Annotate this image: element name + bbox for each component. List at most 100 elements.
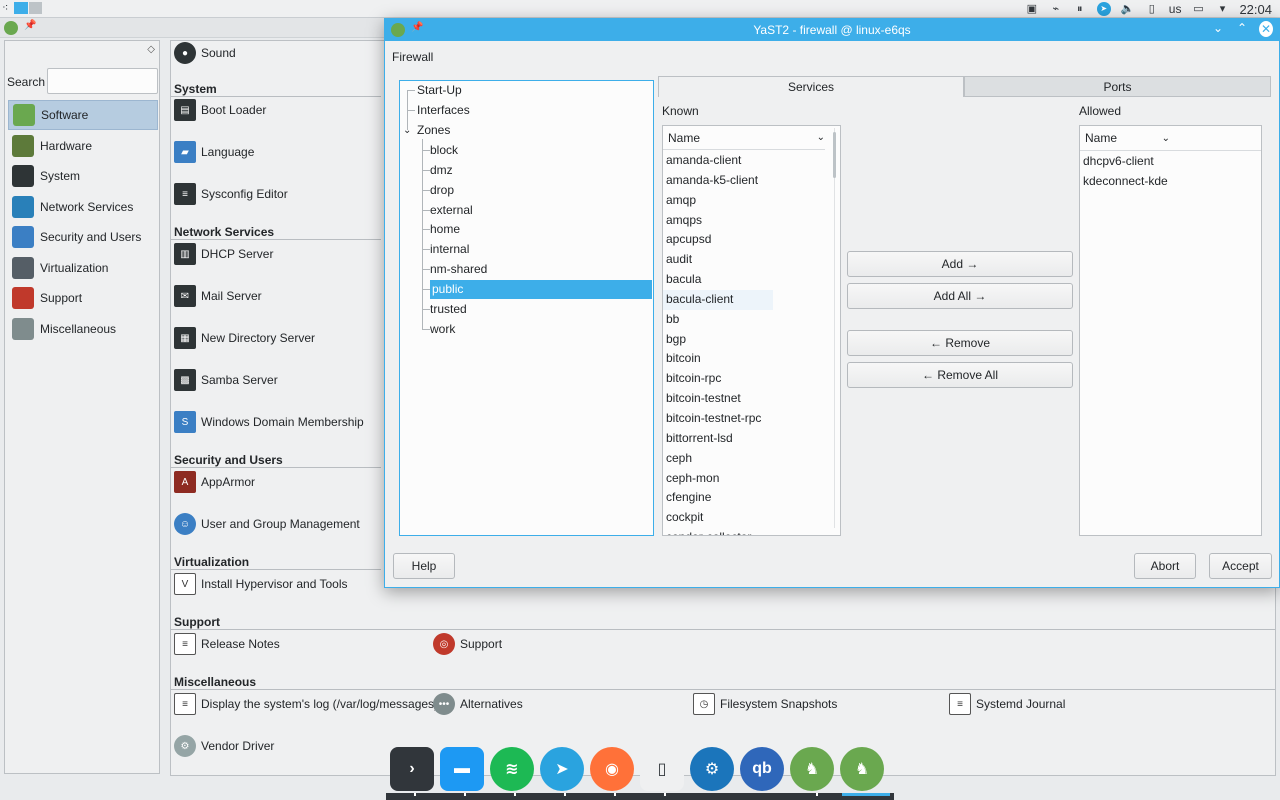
module-samba-server[interactable]: ▩ Samba Server bbox=[174, 369, 278, 391]
list-item[interactable]: bitcoin bbox=[663, 349, 840, 369]
remove-button[interactable]: ← Remove bbox=[847, 330, 1073, 356]
clock[interactable]: 22:04 bbox=[1239, 2, 1272, 17]
list-item[interactable]: bacula-client bbox=[663, 289, 773, 310]
tree-item-startup[interactable]: Start-Up bbox=[417, 81, 462, 100]
chevron-down-icon[interactable]: ▾ bbox=[1215, 3, 1229, 15]
help-button[interactable]: Help bbox=[393, 553, 455, 579]
dock-firefox-icon[interactable]: ◉ bbox=[590, 747, 634, 791]
list-item[interactable]: cockpit bbox=[663, 508, 840, 528]
network-icon[interactable]: ⌁ bbox=[1049, 3, 1063, 15]
module-new-directory-server[interactable]: ▦ New Directory Server bbox=[174, 327, 315, 349]
scrollbar[interactable] bbox=[832, 128, 838, 528]
tab-ports[interactable]: Ports bbox=[964, 76, 1271, 97]
search-input[interactable] bbox=[47, 68, 158, 94]
category-network-services[interactable]: Network Services bbox=[8, 192, 158, 222]
module-support[interactable]: ◎ Support bbox=[433, 633, 502, 655]
list-item[interactable]: bitcoin-testnet-rpc bbox=[663, 409, 840, 429]
module-apparmor[interactable]: A AppArmor bbox=[174, 471, 255, 493]
category-virtualization[interactable]: Virtualization bbox=[8, 253, 158, 283]
module-boot-loader[interactable]: ▤ Boot Loader bbox=[174, 99, 266, 121]
module-vendor-driver[interactable]: ⚙ Vendor Driver bbox=[174, 735, 274, 757]
list-item[interactable]: ceph bbox=[663, 449, 840, 469]
chevron-down-icon[interactable]: ⌄ bbox=[1162, 133, 1170, 144]
telegram-icon[interactable]: ➤ bbox=[1096, 2, 1111, 16]
screenshot-icon[interactable]: ▣ bbox=[1025, 3, 1039, 15]
module-windows-domain-membership[interactable]: S Windows Domain Membership bbox=[174, 411, 364, 433]
list-item[interactable]: kdeconnect-kde bbox=[1080, 172, 1261, 192]
chevron-down-icon[interactable]: ⌄ bbox=[817, 132, 825, 143]
dock-spotify-icon[interactable]: ≋ bbox=[490, 747, 534, 791]
module-mail-server[interactable]: ✉ Mail Server bbox=[174, 285, 262, 307]
module-user-group-management[interactable]: ☺ User and Group Management bbox=[174, 513, 360, 535]
minimize-icon[interactable]: ⌄ bbox=[1211, 21, 1225, 37]
tree-item-zone-internal[interactable]: internal bbox=[430, 240, 469, 259]
list-item[interactable]: bitcoin-testnet bbox=[663, 389, 840, 409]
dock-files-icon[interactable]: ▬ bbox=[440, 747, 484, 791]
dialog-titlebar[interactable]: 📌 YaST2 - firewall @ linux-e6qs ⌄ ⌃ ✕ bbox=[385, 19, 1279, 41]
tree-item-zone-work[interactable]: work bbox=[430, 320, 455, 339]
abort-button[interactable]: Abort bbox=[1134, 553, 1196, 579]
list-item[interactable]: cfengine bbox=[663, 488, 840, 508]
battery-icon[interactable]: ▯ bbox=[1145, 3, 1159, 15]
module-systemd-journal[interactable]: ≡ Systemd Journal bbox=[949, 693, 1065, 715]
list-item[interactable]: bb bbox=[663, 310, 840, 330]
column-header-name[interactable]: Name ⌄ bbox=[1080, 126, 1170, 150]
list-item[interactable]: ceph-mon bbox=[663, 469, 840, 489]
list-item[interactable]: bitcoin-rpc bbox=[663, 369, 840, 389]
tree-item-zone-nm-shared[interactable]: nm-shared bbox=[430, 260, 487, 279]
category-support[interactable]: Support bbox=[8, 283, 158, 313]
module-alternatives[interactable]: ••• Alternatives bbox=[433, 693, 523, 715]
tree-item-zone-home[interactable]: home bbox=[430, 220, 460, 239]
category-software[interactable]: Software bbox=[8, 100, 158, 130]
dock-konsole-icon[interactable]: › bbox=[390, 747, 434, 791]
category-hardware[interactable]: Hardware bbox=[8, 131, 158, 161]
module-release-notes[interactable]: ≡ Release Notes bbox=[174, 633, 280, 655]
list-item[interactable]: bgp bbox=[663, 330, 840, 350]
dock-steam-icon[interactable]: ⚙ bbox=[690, 747, 734, 791]
keyboard-layout[interactable]: us bbox=[1169, 2, 1182, 16]
category-system[interactable]: System bbox=[8, 161, 158, 191]
module-sysconfig-editor[interactable]: ≡ Sysconfig Editor bbox=[174, 183, 288, 205]
column-header-name[interactable]: Name ⌄ bbox=[663, 126, 825, 150]
tab-services[interactable]: Services bbox=[658, 76, 964, 97]
dock-telegram-icon[interactable]: ➤ bbox=[540, 747, 584, 791]
dock-yast-2-icon[interactable]: ♞ bbox=[840, 747, 884, 791]
list-item[interactable]: audit bbox=[663, 250, 840, 270]
list-item[interactable]: condor-collector bbox=[663, 528, 840, 535]
category-security-and-users[interactable]: Security and Users bbox=[8, 222, 158, 252]
list-item[interactable]: apcupsd bbox=[663, 230, 840, 250]
list-item[interactable]: amanda-client bbox=[663, 151, 840, 171]
application-launcher-icon[interactable]: ⁖ bbox=[2, 1, 8, 14]
tree-item-zone-block[interactable]: block bbox=[430, 141, 458, 160]
dock-qbittorrent-icon[interactable]: qb bbox=[740, 747, 784, 791]
virtual-desktop-pager[interactable] bbox=[14, 1, 43, 14]
list-item[interactable]: bittorrent-lsd bbox=[663, 429, 840, 449]
known-services-list[interactable]: Name ⌄ amanda-client amanda-k5-client amqp… bbox=[662, 125, 841, 536]
accept-button[interactable]: Accept bbox=[1209, 553, 1272, 579]
tree-item-zone-drop[interactable]: drop bbox=[430, 181, 454, 200]
list-item[interactable]: bacula bbox=[663, 270, 840, 290]
list-item[interactable]: amqp bbox=[663, 191, 840, 211]
module-dhcp-server[interactable]: ▥ DHCP Server bbox=[174, 243, 273, 265]
dock-kdeconnect-icon[interactable]: ▯ bbox=[640, 747, 684, 791]
maximize-icon[interactable]: ⌃ bbox=[1235, 21, 1249, 37]
module-filesystem-snapshots[interactable]: ◷ Filesystem Snapshots bbox=[693, 693, 837, 715]
tree-item-zones[interactable]: Zones bbox=[417, 121, 450, 140]
list-item[interactable]: amanda-k5-client bbox=[663, 171, 840, 191]
remove-all-button[interactable]: ← Remove All bbox=[847, 362, 1073, 388]
tree-item-interfaces[interactable]: Interfaces bbox=[417, 101, 470, 120]
module-system-log[interactable]: ≡ Display the system's log (/var/log/mes… bbox=[174, 693, 438, 715]
list-item[interactable]: dhcpv6-client bbox=[1080, 152, 1261, 172]
display-icon[interactable]: ▭ bbox=[1191, 3, 1205, 15]
dock-yast-icon[interactable]: ♞ bbox=[790, 747, 834, 791]
close-icon[interactable]: ✕ bbox=[1259, 21, 1273, 37]
category-miscellaneous[interactable]: Miscellaneous bbox=[8, 314, 158, 344]
tree-item-zone-public[interactable]: public bbox=[430, 279, 652, 299]
pin-icon[interactable]: 📌 bbox=[24, 20, 36, 31]
module-language[interactable]: ▰ Language bbox=[174, 141, 254, 163]
list-item[interactable]: amqps bbox=[663, 211, 840, 231]
tree-item-zone-external[interactable]: external bbox=[430, 201, 473, 220]
module-install-hypervisor[interactable]: V Install Hypervisor and Tools bbox=[174, 573, 348, 595]
chevron-down-icon[interactable]: ⌄ bbox=[403, 121, 411, 140]
volume-icon[interactable]: 🔈 bbox=[1121, 3, 1135, 15]
